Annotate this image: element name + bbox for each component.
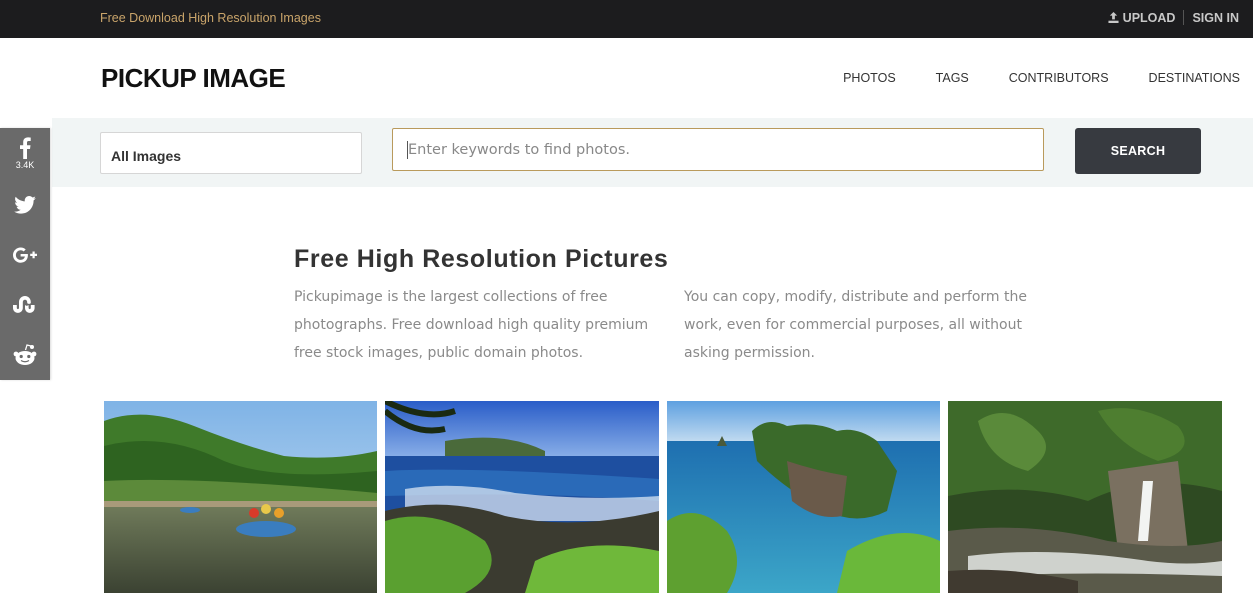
sign-in-link[interactable]: SIGN IN [1184, 11, 1239, 25]
upload-link[interactable]: UPLOAD [1108, 11, 1184, 25]
nav-item-photos[interactable]: PHOTOS [843, 71, 896, 85]
intro-text-right: You can copy, modify, distribute and per… [684, 289, 1027, 361]
intro-text-left: Pickupimage is the largest collections o… [294, 289, 649, 361]
top-bar: Free Download High Resolution Images UPL… [0, 0, 1253, 38]
photo-river-rafting[interactable] [104, 401, 377, 593]
twitter-icon [14, 196, 36, 214]
nav-item-contributors[interactable]: CONTRIBUTORS [1009, 71, 1109, 85]
share-facebook-button[interactable]: 3.4K [0, 128, 50, 178]
upload-icon [1108, 12, 1119, 23]
forest-waterfall-image [948, 401, 1222, 593]
share-stumbleupon-button[interactable] [0, 280, 50, 330]
page-title: Free High Resolution Pictures [294, 245, 669, 273]
river-rafting-image [104, 401, 377, 593]
photo-sea-cliff-island[interactable] [667, 401, 940, 593]
search-button[interactable]: SEARCH [1075, 128, 1201, 174]
category-select[interactable]: All Images [100, 132, 362, 174]
share-google-plus-button[interactable] [0, 230, 50, 280]
share-reddit-button[interactable] [0, 330, 50, 380]
social-share-bar: 3.4K [0, 128, 50, 380]
upload-label: UPLOAD [1122, 10, 1176, 25]
site-logo[interactable]: PICKUP IMAGE [101, 63, 286, 94]
photo-forest-waterfall[interactable] [948, 401, 1222, 593]
site-header: PICKUP IMAGE PHOTOS TAGS CONTRIBUTORS DE… [0, 38, 1253, 118]
account-links: UPLOAD SIGN IN [1108, 10, 1239, 25]
google-plus-icon [13, 247, 37, 263]
tagline: Free Download High Resolution Images [100, 11, 321, 25]
nav-item-destinations[interactable]: DESTINATIONS [1149, 71, 1240, 85]
sea-cliff-island-image [667, 401, 940, 593]
facebook-icon [20, 136, 31, 159]
photo-tropical-coast[interactable] [385, 401, 659, 593]
facebook-share-count: 3.4K [15, 159, 35, 170]
main-nav: PHOTOS TAGS CONTRIBUTORS DESTINATIONS [803, 71, 1240, 85]
share-twitter-button[interactable] [0, 180, 50, 230]
tropical-coast-image [385, 401, 659, 593]
reddit-icon [13, 344, 37, 365]
search-input[interactable]: Enter keywords to find photos. [392, 128, 1044, 171]
stumbleupon-icon [13, 296, 35, 313]
nav-item-tags[interactable]: TAGS [936, 71, 969, 85]
